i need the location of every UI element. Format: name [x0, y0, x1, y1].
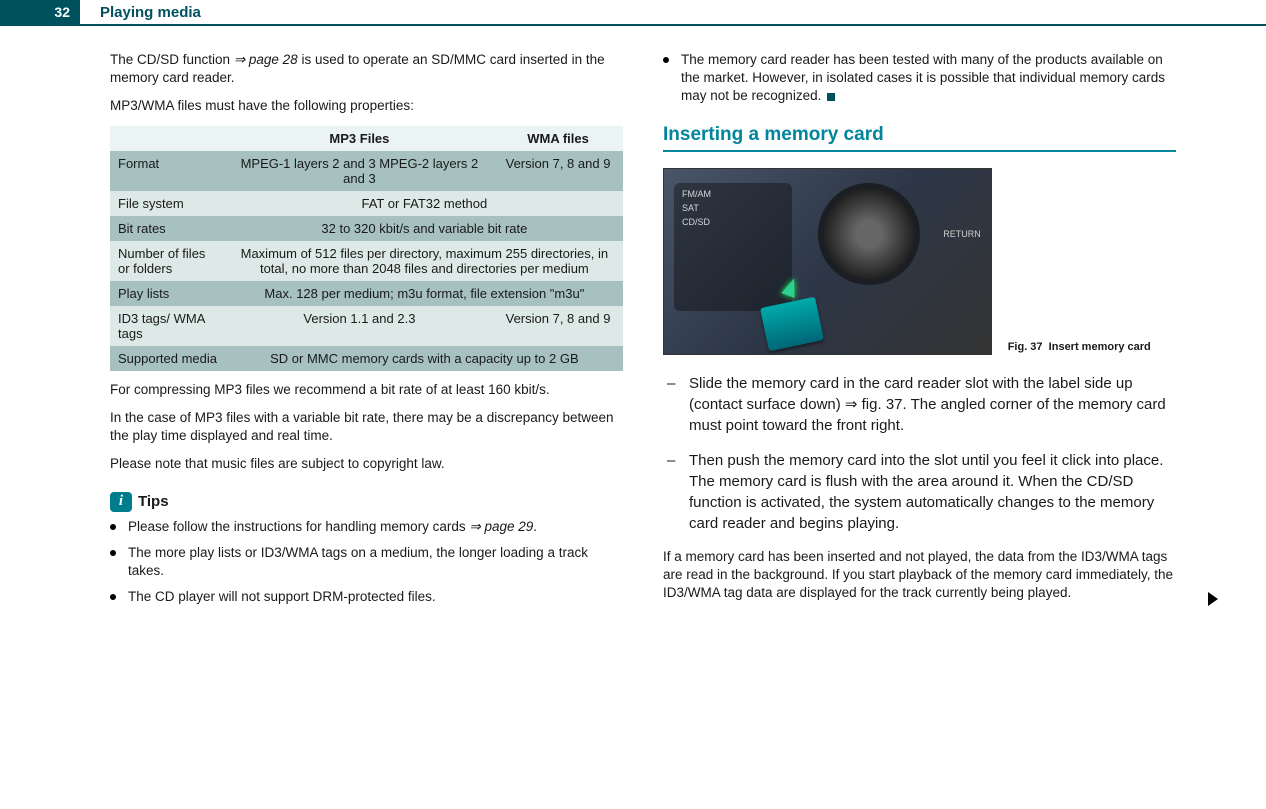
bullet-icon [110, 524, 116, 530]
steps-list: Slide the memory card in the card reader… [663, 373, 1176, 534]
row-value: Max. 128 per medium; m3u format, file ex… [226, 281, 623, 306]
after-table-1: For compressing MP3 files we recommend a… [110, 381, 623, 399]
control-dial [824, 189, 914, 279]
tips-heading: i Tips [110, 492, 623, 512]
list-item: The CD player will not support DRM-prote… [110, 588, 623, 606]
chapter-title: Playing media [100, 4, 201, 21]
tips-label: Tips [138, 493, 169, 510]
top-bullet: The memory card reader has been tested w… [663, 51, 1176, 106]
list-item: The more play lists or ID3/WMA tags on a… [110, 544, 623, 580]
row-value: SD or MMC memory cards with a capacity u… [226, 346, 623, 371]
th-wma: WMA files [493, 126, 623, 151]
table-row: File systemFAT or FAT32 method [110, 191, 623, 216]
table-row: ID3 tags/ WMA tagsVersion 1.1 and 2.3Ver… [110, 306, 623, 346]
text: . [533, 519, 537, 534]
table-row: Play listsMax. 128 per medium; m3u forma… [110, 281, 623, 306]
cell-mp3: MPEG-1 layers 2 and 3 MPEG-2 layers 2 an… [226, 151, 493, 191]
fig-text: Insert memory card [1049, 341, 1151, 353]
left-column: The CD/SD function ⇒ page 28 is used to … [110, 51, 623, 614]
row-label: Format [110, 151, 226, 191]
continue-arrow-icon [1208, 592, 1218, 606]
row-label: Bit rates [110, 216, 226, 241]
closing-paragraph: If a memory card has been inserted and n… [663, 548, 1176, 603]
tips-list: Please follow the instructions for handl… [110, 518, 623, 607]
row-label: ID3 tags/ WMA tags [110, 306, 226, 346]
text: The more play lists or ID3/WMA tags on a… [128, 545, 588, 578]
text: Please follow the instructions for handl… [128, 519, 469, 534]
row-value: 32 to 320 kbit/s and variable bit rate [226, 216, 623, 241]
page-ref-link: ⇒ page 28 [234, 52, 298, 67]
bullet-icon [110, 594, 116, 600]
fig-number: Fig. 37 [1008, 341, 1043, 353]
th-blank [110, 126, 226, 151]
after-table-2: In the case of MP3 files with a variable… [110, 409, 623, 445]
properties-table: MP3 Files WMA files FormatMPEG-1 layers … [110, 126, 623, 371]
section-title: Inserting a memory card [663, 124, 1176, 152]
figure-image: FM/AM SAT CD/SD RETURN [663, 168, 992, 355]
intro-paragraph-2: MP3/WMA files must have the following pr… [110, 97, 623, 115]
step-item: Then push the memory card into the slot … [663, 450, 1176, 534]
after-table-3: Please note that music files are subject… [110, 455, 623, 473]
figure-wrap: FM/AM SAT CD/SD RETURN Fig. 37 Insert me… [663, 168, 1176, 355]
step-item: Slide the memory card in the card reader… [663, 373, 1176, 436]
header-rule [80, 24, 1266, 26]
panel-btn: FM/AM [678, 187, 788, 201]
top-bullet-list: The memory card reader has been tested w… [663, 51, 1176, 106]
row-label: Number of files or folders [110, 241, 226, 281]
row-label: File system [110, 191, 226, 216]
bullet-icon [110, 550, 116, 556]
text: The memory card reader has been tested w… [681, 52, 1165, 103]
table-row: Supported mediaSD or MMC memory cards wi… [110, 346, 623, 371]
table-row: Number of files or foldersMaximum of 512… [110, 241, 623, 281]
radio-panel: FM/AM SAT CD/SD [674, 183, 792, 311]
panel-btn: CD/SD [678, 215, 788, 229]
th-mp3: MP3 Files [226, 126, 493, 151]
row-value: FAT or FAT32 method [226, 191, 623, 216]
page-header: 32 Playing media [0, 0, 1266, 26]
row-label: Play lists [110, 281, 226, 306]
cell-wma: Version 7, 8 and 9 [493, 151, 623, 191]
end-square-icon [827, 93, 835, 101]
right-column: The memory card reader has been tested w… [663, 51, 1176, 614]
row-value: Maximum of 512 files per directory, maxi… [226, 241, 623, 281]
list-item: Please follow the instructions for handl… [110, 518, 623, 536]
row-label: Supported media [110, 346, 226, 371]
text: The CD player will not support DRM-prote… [128, 589, 436, 604]
cell-wma: Version 7, 8 and 9 [493, 306, 623, 346]
text: The CD/SD function [110, 52, 234, 67]
page-number: 32 [0, 0, 80, 26]
table-row: FormatMPEG-1 layers 2 and 3 MPEG-2 layer… [110, 151, 623, 191]
return-label: RETURN [943, 229, 981, 239]
bullet-icon [663, 57, 669, 63]
intro-paragraph-1: The CD/SD function ⇒ page 28 is used to … [110, 51, 623, 87]
figure-caption: Fig. 37 Insert memory card [1008, 341, 1176, 354]
table-row: Bit rates32 to 320 kbit/s and variable b… [110, 216, 623, 241]
info-icon: i [110, 492, 132, 512]
page-ref-link: ⇒ page 29 [469, 519, 533, 534]
panel-btn: SAT [678, 201, 788, 215]
cell-mp3: Version 1.1 and 2.3 [226, 306, 493, 346]
